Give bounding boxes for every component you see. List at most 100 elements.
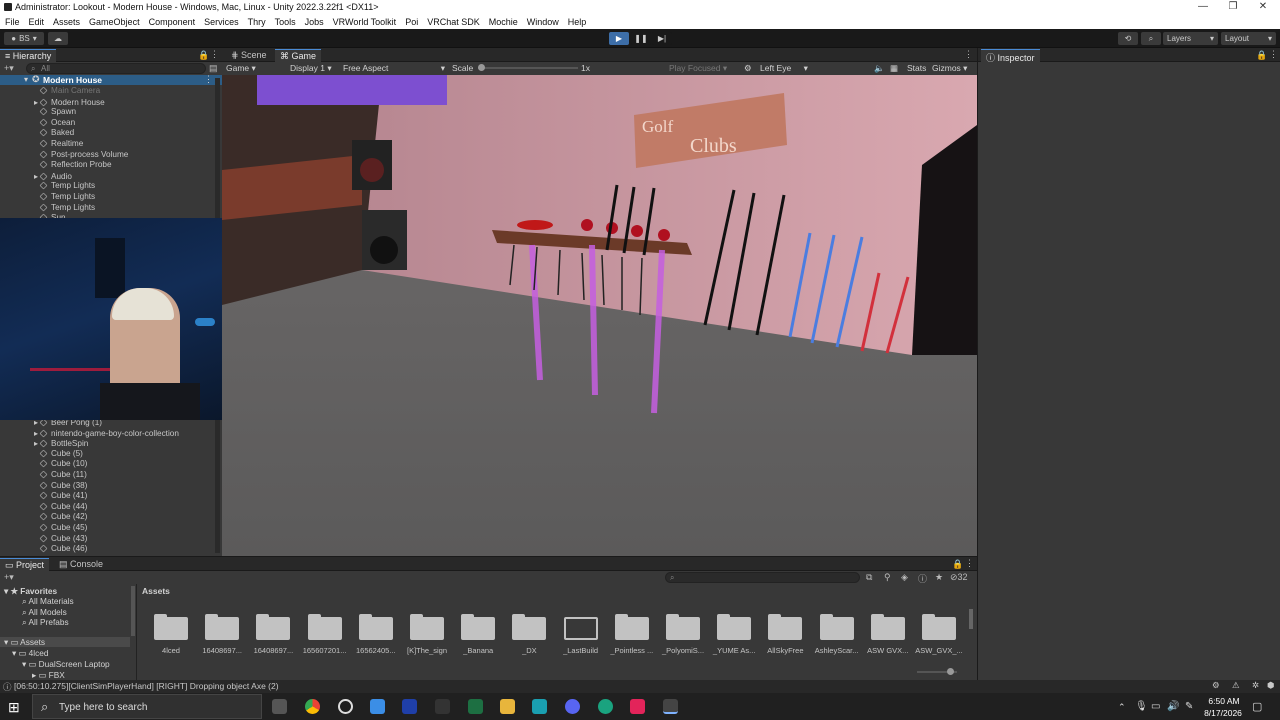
windows-start-icon[interactable]: ⊞	[8, 699, 20, 716]
tab-console[interactable]: ▤ Console	[54, 558, 108, 571]
folder-label[interactable]: 16408697...	[197, 646, 247, 655]
menu-mochie[interactable]: Mochie	[489, 17, 518, 27]
cloud-button[interactable]: ☁	[48, 32, 68, 45]
folder-icon[interactable]	[410, 614, 444, 640]
stats-button[interactable]: Stats	[907, 63, 926, 73]
obs-icon[interactable]	[338, 699, 353, 714]
hidden-packages-icon[interactable]: ⊘32	[950, 572, 968, 583]
hierarchy-item[interactable]: Cube (44)	[34, 502, 87, 513]
folder-label[interactable]: _PolyomiS...	[658, 646, 708, 655]
hierarchy-search-input[interactable]: ⌕ All	[26, 63, 206, 74]
folder-label[interactable]: 16408697...	[248, 646, 298, 655]
hierarchy-item[interactable]: ▸ Audio	[34, 171, 72, 182]
scale-slider-thumb[interactable]	[478, 64, 485, 71]
pause-button[interactable]: ❚❚	[631, 32, 651, 45]
folder-label[interactable]: _DX	[504, 646, 554, 655]
hierarchy-item[interactable]: Temp Lights	[34, 181, 95, 192]
more-icon[interactable]: ⋮	[965, 558, 974, 569]
menu-vrchat-sdk[interactable]: VRChat SDK	[427, 17, 480, 27]
folder-icon[interactable]	[717, 614, 752, 640]
folder-icon[interactable]	[512, 614, 547, 640]
tag-icon[interactable]: ◈	[901, 572, 908, 583]
filter-icon[interactable]: ▤	[209, 63, 218, 74]
add-icon[interactable]: +▾	[4, 572, 14, 583]
progress-icon[interactable]: ⚙	[1212, 680, 1220, 691]
search-by-type-icon[interactable]: ⧉	[866, 572, 872, 583]
account-dropdown[interactable]: ● BS ▾	[4, 32, 44, 45]
status-message[interactable]: [06:50:10.275][ClientSimPlayerHand] [RIG…	[14, 681, 279, 691]
hierarchy-item[interactable]: Cube (10)	[34, 459, 87, 470]
camera-icon[interactable]: ▦	[890, 63, 898, 74]
excel-icon[interactable]	[468, 699, 483, 714]
task-view-icon[interactable]	[272, 699, 287, 714]
menu-thry[interactable]: Thry	[248, 17, 266, 27]
folder-icon[interactable]	[358, 614, 393, 640]
bug-icon[interactable]: ⬢	[1267, 680, 1274, 691]
folder-icon[interactable]	[256, 614, 291, 640]
folder-label[interactable]: _YUME As...	[709, 646, 759, 655]
folder-icon[interactable]	[205, 614, 240, 640]
notion-icon[interactable]	[402, 699, 417, 714]
hierarchy-item[interactable]: Cube (45)	[34, 523, 87, 534]
capcut-icon[interactable]	[532, 699, 547, 714]
more-icon[interactable]: ⋮	[964, 49, 973, 60]
hierarchy-item[interactable]: Temp Lights	[34, 203, 95, 214]
chevron-up-icon[interactable]: ⌃	[1118, 702, 1126, 713]
layout-dropdown[interactable]: Layout ▾	[1221, 32, 1276, 45]
aspect-dropdown[interactable]: Free Aspect ▾	[343, 63, 445, 74]
tree-scrollbar[interactable]	[131, 586, 135, 636]
folder-icon[interactable]	[461, 614, 496, 640]
hierarchy-item[interactable]: Baked	[34, 128, 74, 139]
menu-component[interactable]: Component	[149, 17, 196, 27]
display-dropdown[interactable]: Display 1 ▾	[290, 63, 332, 74]
eye-dropdown[interactable]: ⚙ Left Eye ▾	[744, 63, 808, 74]
tab-scene[interactable]: ⋕ Scene	[226, 49, 272, 62]
star-icon[interactable]: ★	[935, 572, 943, 583]
more-icon[interactable]: ⋮	[204, 74, 213, 85]
scene-row[interactable]: ▾ ✪ Modern House ⋮	[0, 74, 222, 85]
hierarchy-item[interactable]: Realtime	[34, 139, 83, 150]
more-icon[interactable]: ⋮	[1269, 49, 1278, 60]
search-button[interactable]: ⌕	[1141, 32, 1161, 45]
warning-icon[interactable]: ⚠	[1232, 680, 1240, 691]
folder-label[interactable]: AllSkyFree	[760, 646, 810, 655]
chrome-icon[interactable]	[305, 699, 320, 714]
hierarchy-item[interactable]: Cube (5)	[34, 449, 83, 460]
hierarchy-item[interactable]: Cube (43)	[34, 534, 87, 545]
menu-vrworld-toolkit[interactable]: VRWorld Toolkit	[333, 17, 397, 27]
hierarchy-item[interactable]: ▸ nintendo-game-boy-color-collection	[34, 428, 179, 439]
clock-time[interactable]: 6:50 AM	[1204, 696, 1244, 706]
status-bar[interactable]: ⓘ [06:50:10.275][ClientSimPlayerHand] [R…	[0, 680, 1280, 693]
menu-edit[interactable]: Edit	[29, 17, 45, 27]
folder-label[interactable]: _Pointless ...	[607, 646, 657, 655]
assets-root-row[interactable]: ▾ ▭ Assets	[0, 637, 130, 647]
layers-dropdown[interactable]: Layers ▾	[1163, 32, 1218, 45]
tree-item[interactable]: ▾ ▭ DualScreen Laptop	[22, 659, 110, 669]
folder-label[interactable]: [K]The_sign	[402, 646, 452, 655]
menu-window[interactable]: Window	[527, 17, 559, 27]
tiktok-icon[interactable]	[630, 699, 645, 714]
close-icon[interactable]: ✕	[1248, 1, 1278, 12]
hierarchy-item[interactable]: Cube (42)	[34, 512, 87, 523]
tree-item[interactable]: ▾ ▭ 4lced	[12, 648, 48, 658]
hierarchy-item[interactable]: Temp Lights	[34, 192, 95, 203]
hierarchy-item[interactable]: ▸ BottleSpin	[34, 438, 88, 449]
folder-label[interactable]: 16562405...	[351, 646, 401, 655]
folder-icon[interactable]	[614, 614, 649, 640]
lock-icon[interactable]: 🔒	[952, 559, 963, 570]
expand-icon[interactable]: ▾	[24, 75, 28, 84]
folder-icon[interactable]	[563, 614, 598, 640]
folder-label[interactable]: ASW_GVX_...	[914, 646, 964, 655]
game-mode-dropdown[interactable]: Game ▾	[226, 63, 256, 74]
folder-icon[interactable]	[154, 614, 188, 640]
gizmos-dropdown[interactable]: Gizmos ▾	[932, 63, 967, 74]
menu-tools[interactable]: Tools	[275, 17, 296, 27]
taskbar-search-input[interactable]: ⌕ Type here to search	[32, 694, 262, 719]
menu-help[interactable]: Help	[568, 17, 587, 27]
unity-taskbar-icon[interactable]	[663, 699, 678, 714]
hierarchy-item[interactable]: Spawn	[34, 107, 76, 118]
tab-inspector[interactable]: ⓘ Inspector	[981, 49, 1040, 63]
tab-project[interactable]: ▭ Project	[0, 558, 50, 571]
folder-label[interactable]: 165607201...	[300, 646, 350, 655]
icon-size-thumb[interactable]	[947, 668, 954, 675]
